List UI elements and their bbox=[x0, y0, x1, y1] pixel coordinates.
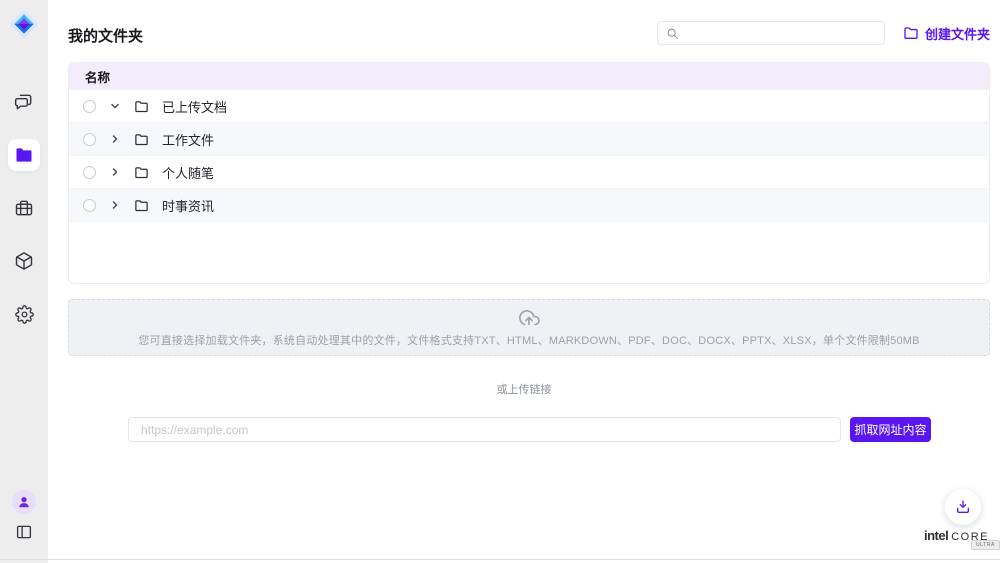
search-icon bbox=[666, 27, 679, 40]
table-row[interactable]: 个人随笔 bbox=[69, 156, 989, 189]
download-icon bbox=[955, 499, 971, 515]
download-fab-button[interactable] bbox=[945, 489, 981, 525]
sidebar bbox=[0, 0, 48, 563]
search-input[interactable] bbox=[685, 26, 876, 40]
chat-icon bbox=[14, 92, 34, 112]
cube-icon bbox=[14, 251, 34, 271]
folder-name: 时事资讯 bbox=[162, 196, 214, 215]
main-content: 我的文件夹 创建文件夹 bbox=[48, 0, 1000, 563]
app-window: 我的文件夹 创建文件夹 bbox=[0, 0, 1000, 563]
search-box[interactable] bbox=[657, 21, 885, 45]
window-bottom-edge bbox=[0, 559, 1000, 560]
topbar-actions: 创建文件夹 bbox=[657, 21, 990, 45]
folder-table: 名称 已上传文档 bbox=[68, 62, 990, 284]
or-upload-link-label: 或上传链接 bbox=[48, 381, 1000, 397]
app-logo[interactable] bbox=[8, 8, 40, 40]
folder-icon bbox=[134, 198, 149, 213]
folder-icon bbox=[134, 132, 149, 147]
folder-name: 工作文件 bbox=[162, 130, 214, 149]
sidebar-item-workspace[interactable] bbox=[8, 192, 40, 224]
folder-icon bbox=[134, 99, 149, 114]
folder-icon bbox=[14, 145, 34, 165]
cloud-upload-icon bbox=[517, 307, 541, 331]
row-checkbox[interactable] bbox=[83, 199, 96, 212]
table-row[interactable]: 时事资讯 bbox=[69, 189, 989, 222]
sidebar-item-apps[interactable] bbox=[8, 245, 40, 277]
sidebar-nav bbox=[0, 86, 48, 330]
link-upload-row: 抓取网址内容 bbox=[128, 417, 931, 442]
avatar-icon bbox=[17, 495, 31, 509]
column-name: 名称 bbox=[85, 67, 110, 86]
page-title: 我的文件夹 bbox=[68, 25, 143, 46]
gear-icon bbox=[15, 305, 34, 324]
row-checkbox[interactable] bbox=[83, 133, 96, 146]
chevron-right-icon[interactable] bbox=[109, 199, 121, 211]
chevron-right-icon[interactable] bbox=[109, 133, 121, 145]
upload-dropzone[interactable]: 您可直接选择加载文件夹，系统自动处理其中的文件，文件格式支持TXT、HTML、M… bbox=[68, 299, 990, 356]
fetch-url-button[interactable]: 抓取网址内容 bbox=[850, 417, 931, 442]
sidebar-bottom bbox=[0, 490, 48, 541]
row-checkbox[interactable] bbox=[83, 166, 96, 179]
user-avatar[interactable] bbox=[12, 490, 36, 514]
intel-wordmark: intel bbox=[924, 528, 948, 543]
briefcase-icon bbox=[14, 198, 34, 218]
create-folder-button[interactable]: 创建文件夹 bbox=[903, 24, 990, 43]
chevron-down-icon[interactable] bbox=[109, 100, 121, 112]
create-folder-label: 创建文件夹 bbox=[925, 24, 990, 43]
upload-hint-text: 您可直接选择加载文件夹，系统自动处理其中的文件，文件格式支持TXT、HTML、M… bbox=[138, 332, 919, 348]
sidebar-item-folders[interactable] bbox=[8, 139, 40, 171]
intel-ultra-badge: ultra bbox=[971, 540, 1000, 550]
folder-icon bbox=[134, 165, 149, 180]
table-row[interactable]: 已上传文档 bbox=[69, 90, 989, 123]
url-input[interactable] bbox=[128, 417, 841, 442]
folder-name: 个人随笔 bbox=[162, 163, 214, 182]
chevron-right-icon[interactable] bbox=[109, 166, 121, 178]
table-header: 名称 bbox=[69, 63, 989, 90]
row-checkbox[interactable] bbox=[83, 100, 96, 113]
folder-name: 已上传文档 bbox=[162, 97, 227, 116]
sidebar-item-chat[interactable] bbox=[8, 86, 40, 118]
panel-layout-icon bbox=[15, 523, 33, 541]
table-row[interactable]: 工作文件 bbox=[69, 123, 989, 156]
table-body: 已上传文档 工作文件 bbox=[69, 90, 989, 222]
sidebar-item-settings[interactable] bbox=[8, 298, 40, 330]
folder-plus-icon bbox=[903, 25, 919, 41]
toggle-sidebar-button[interactable] bbox=[15, 523, 33, 541]
